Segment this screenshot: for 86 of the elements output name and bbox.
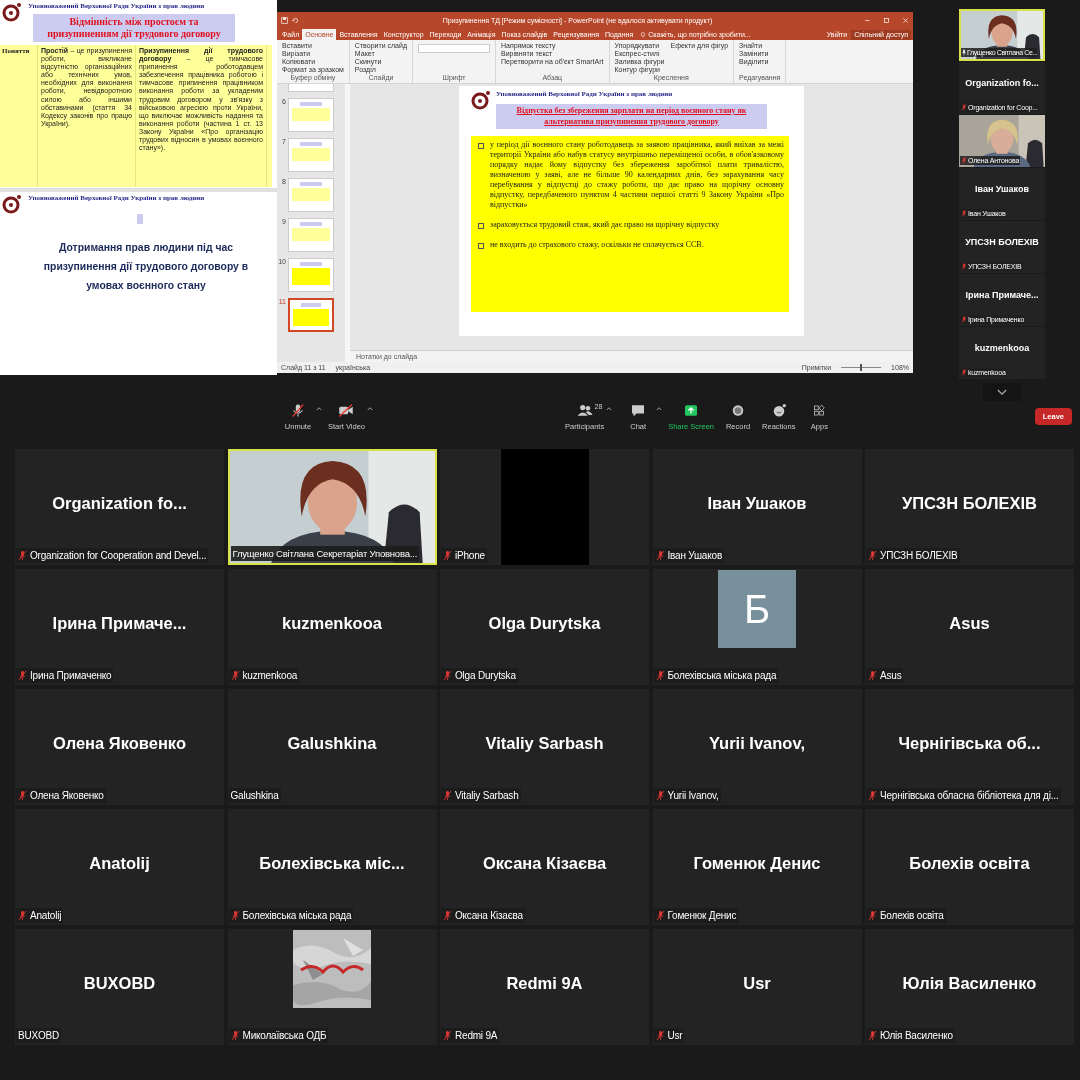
- square-bullet-icon: [478, 143, 484, 149]
- participant-label: Іван Ушаков: [667, 550, 722, 561]
- participant-name: kuzmenkooa: [282, 613, 382, 633]
- bullet-text: не входить до страхового стажу, оскільки не сплачується ССВ.: [490, 240, 704, 250]
- participant-label: Redmi 9A: [455, 1030, 498, 1041]
- participant-name: Чернігівська об...: [898, 733, 1041, 753]
- participant-label: Yurii Ivanov,: [667, 790, 719, 801]
- participant-name: Болехівська міс...: [259, 853, 405, 873]
- participant-label: Болехів освіта: [880, 910, 944, 921]
- participant-label: Миколаївська ОДБ: [242, 1030, 327, 1041]
- participant-label: Болехівська міська рада: [242, 910, 352, 921]
- participant-label: Болехівська міська рада: [667, 670, 777, 681]
- slide-thumbnail[interactable]: [288, 178, 334, 212]
- slide-thumbnail[interactable]: [288, 298, 334, 332]
- participant-name: Оксана Кізаєва: [482, 853, 607, 873]
- font-field[interactable]: [418, 44, 490, 53]
- slide-title: Відмінність між простоєм та призупиненням дії трудового договору: [33, 14, 235, 42]
- participant-name: УПСЗН БОЛЕХІВ: [965, 237, 1039, 247]
- participant-label: Гоменюк Денис: [667, 910, 737, 921]
- participant-name: kuzmenkooa: [974, 343, 1030, 353]
- scroll-down-button[interactable]: [983, 383, 1021, 401]
- caret-icon[interactable]: [316, 406, 322, 411]
- ring-logo-icon: [2, 2, 22, 22]
- chevron-down-icon: [997, 388, 1007, 396]
- participant-name: Redmi 9A: [506, 973, 583, 993]
- slide-thumbnail[interactable]: [288, 258, 334, 292]
- participant-name: Asus: [949, 613, 990, 633]
- participant-label: Ірина Примаченко: [30, 670, 112, 681]
- avatar: Б: [718, 570, 796, 648]
- caret-icon[interactable]: [606, 406, 613, 411]
- participant-label: BUXOBD: [18, 1030, 60, 1041]
- participant-label: Vitaliy Sarbash: [455, 790, 519, 801]
- participant-label: Usr: [667, 1030, 683, 1041]
- participant-name: Usr: [743, 973, 771, 993]
- participant-label: Чернігівська обласна бібліотека для ді...: [880, 790, 1059, 801]
- square-bullet-icon: [478, 243, 484, 249]
- ring-logo-icon: [2, 194, 22, 214]
- participant-name: Vitaliy Sarbash: [485, 733, 604, 753]
- participant-label: Organization for Cooperation and Devel...: [30, 550, 207, 561]
- save-icon[interactable]: [281, 16, 288, 24]
- slide-thumbnail[interactable]: [288, 98, 334, 132]
- close-icon[interactable]: [902, 16, 909, 24]
- participant-name: Іван Ушаков: [707, 493, 807, 513]
- participant-name: Болехів освіта: [909, 853, 1030, 873]
- caret-icon[interactable]: [656, 406, 663, 411]
- participant-name: Yurii Ivanov,: [709, 733, 805, 753]
- lightbulb-icon: [640, 32, 647, 38]
- participant-label: Asus: [880, 670, 902, 681]
- participant-name: Ірина Примаче...: [965, 290, 1039, 300]
- participant-name: Олена Яковенко: [53, 733, 186, 753]
- participant-label: Olga Durytska: [455, 670, 516, 681]
- bullet-text: зараховується трудовий стаж, який дає право на щорічну відпустку: [490, 220, 720, 230]
- participant-name: BUXOBD: [83, 973, 156, 993]
- participant-label: УПСЗН БОЛЕХІВ: [880, 550, 958, 561]
- slider-thumb[interactable]: [860, 364, 863, 371]
- participant-label: Anatolij: [30, 910, 62, 921]
- participant-name: Anatolij: [89, 853, 150, 873]
- caret-icon[interactable]: [367, 406, 373, 411]
- participant-name: Гоменюк Денис: [693, 853, 821, 873]
- slide-title: Відпустка без збереження зарплати на період воєнного стану як альтернатива призупинення трудового договору: [496, 104, 767, 129]
- participant-name: Ірина Примаче...: [52, 613, 187, 633]
- ring-logo-icon: [471, 90, 491, 110]
- slide-thumbnail[interactable]: [288, 218, 334, 252]
- participant-name: УПСЗН БОЛЕХІВ: [902, 493, 1037, 513]
- participant-name: Galushkina: [287, 733, 377, 753]
- video-off-icon: [337, 403, 356, 418]
- maximize-icon[interactable]: [883, 16, 890, 24]
- participant-name: Olga Durytska: [488, 613, 601, 633]
- participant-label: kuzmenkooa: [242, 670, 298, 681]
- participant-label: Galushkina: [230, 790, 279, 801]
- participant-label: Оксана Кізаєва: [455, 910, 523, 921]
- participant-label: Олена Яковенко: [30, 790, 104, 801]
- slide-thumbnail[interactable]: [288, 138, 334, 172]
- participant-name: Organization fo...: [965, 78, 1039, 88]
- participant-label: iPhone: [455, 550, 485, 561]
- participant-name: Юлія Василенко: [902, 973, 1037, 993]
- slide-title: Дотримання прав людини під час призупинення дії трудового договору в умовах воєнного стану: [42, 241, 250, 293]
- participant-label: Юлія Василенко: [880, 1030, 953, 1041]
- people-icon: [575, 403, 594, 418]
- slide-shape: [137, 214, 143, 224]
- participant-name: Organization fo...: [52, 493, 187, 513]
- bullet-text: у період дії воєнного стану роботодавець за заявою працівника, який виїхав за межі території України або набув статусу внутрішньо переміщеної особи, в обов'язковому порядку надає йому відпустку без збереження заробітної плати тривалістю, визначеною у заяві, але не більше 90 календарних днів, без зарахування часу перебування у відпустці до стажу роботи, що дає право на щорічну основну відпустку, передбаченого пунктом 4 частини першої статті 9 Закону України «Про відпустки»: [490, 140, 784, 210]
- participant-name: Іван Ушаков: [974, 184, 1029, 194]
- participant-label: Глущенко Світлана Секретаріат Уповнова...: [232, 548, 418, 559]
- undo-icon[interactable]: [292, 16, 299, 24]
- square-bullet-icon: [478, 223, 484, 229]
